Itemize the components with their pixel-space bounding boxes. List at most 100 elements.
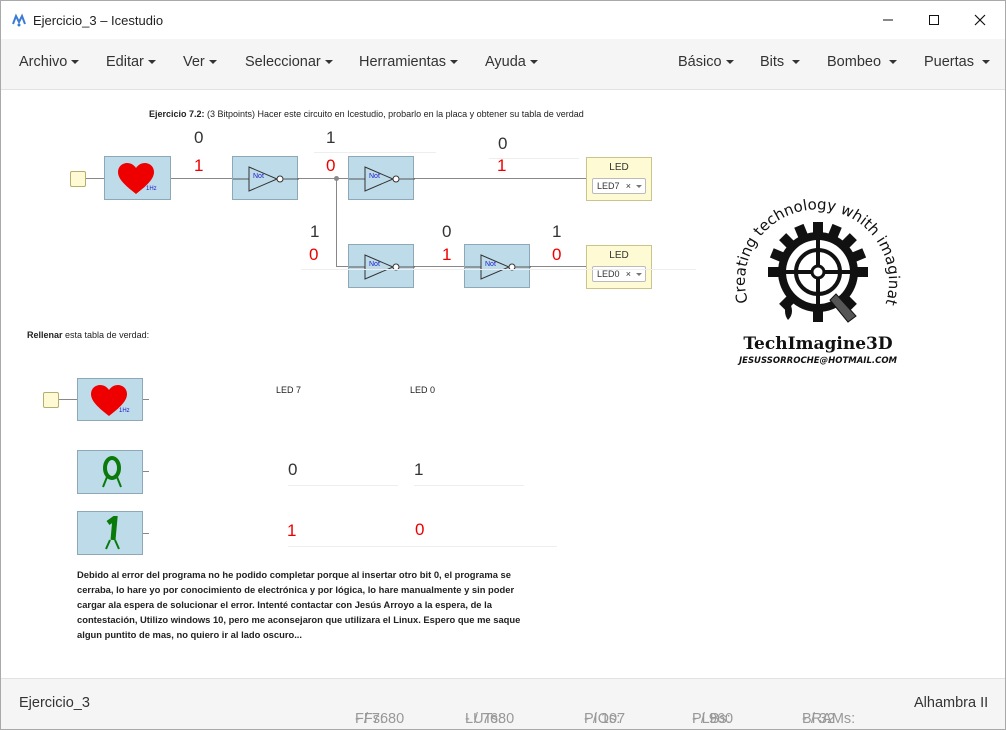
led0-output[interactable]: LED LED0 ×	[586, 245, 652, 289]
not-gate-icon	[233, 166, 299, 192]
not-gate-2[interactable]: Not	[348, 156, 415, 200]
separator	[489, 158, 579, 159]
wire	[143, 533, 149, 534]
wire	[171, 178, 232, 179]
constant-1-block[interactable]	[77, 511, 143, 555]
board-selector[interactable]: Alhambra II	[914, 695, 988, 711]
wire	[414, 178, 586, 179]
techimagine3d-logo: Creating technology whith imagination	[726, 186, 903, 366]
chevron-down-icon	[792, 60, 801, 65]
table-cell-led7: 0	[288, 460, 298, 479]
exercise-label: Ejercicio 7.2:	[149, 109, 205, 119]
not-gate-label: Not	[253, 173, 264, 180]
ffs-value: - / 7680	[355, 711, 405, 727]
app-window: Ejercicio_3 – Icestudio Archivo Editar V…	[0, 0, 1006, 730]
wire-value-label: 0	[498, 134, 508, 153]
menu-basico[interactable]: Básico	[678, 54, 734, 70]
menu-puertas-label: Puertas	[924, 54, 974, 70]
maximize-icon	[929, 15, 939, 25]
window-title: Ejercicio_3 – Icestudio	[33, 13, 164, 28]
title-bar: Ejercicio_3 – Icestudio	[1, 1, 1005, 39]
wire	[143, 471, 149, 472]
wire-value-label: 1	[194, 156, 204, 175]
not-gate-4[interactable]: Not	[464, 244, 531, 288]
menu-bombeo-label: Bombeo	[827, 54, 882, 70]
menu-ayuda-label: Ayuda	[485, 54, 526, 70]
separator	[314, 152, 436, 153]
chevron-down-icon	[636, 273, 642, 276]
chevron-down-icon	[208, 60, 217, 65]
not-gate-3[interactable]: Not	[348, 244, 415, 288]
wire-value-label: 1	[497, 156, 507, 175]
menu-bombeo[interactable]: Bombeo	[827, 54, 898, 70]
constant-0-block[interactable]	[77, 450, 143, 494]
wire	[414, 266, 464, 267]
bit-zero-icon	[102, 456, 122, 488]
led7-select[interactable]: LED7 ×	[592, 178, 646, 194]
pios-value: - / 107	[584, 711, 626, 727]
menu-seleccionar-label: Seleccionar	[245, 54, 321, 70]
not-gate-label: Not	[369, 173, 380, 180]
clear-icon[interactable]: ×	[626, 179, 631, 193]
maximize-button[interactable]	[911, 1, 957, 39]
wire-value-label: 1	[310, 222, 320, 241]
wire-value-label: 0	[326, 156, 336, 175]
table-cell-led0: 0	[415, 520, 425, 539]
clock-freq-label: 1Hz	[119, 408, 130, 414]
fill-table-instruction: Rellenar esta tabla de verdad:	[27, 330, 149, 340]
led0-title: LED	[609, 250, 629, 261]
chevron-down-icon	[889, 60, 898, 65]
wire	[336, 266, 348, 267]
plbs-value: - / 960	[692, 711, 734, 727]
wire-junction	[334, 176, 339, 181]
input-pin[interactable]	[43, 392, 59, 408]
luts-value: - / 7680	[465, 711, 515, 727]
design-canvas[interactable]: Ejercicio 7.2: (3 Bitpoints) Hacer este …	[1, 90, 1005, 677]
chevron-down-icon	[529, 60, 538, 65]
bit-one-icon	[105, 516, 120, 550]
separator	[288, 485, 398, 486]
chevron-down-icon	[725, 60, 734, 65]
menu-archivo-label: Archivo	[19, 54, 68, 70]
separator	[288, 546, 428, 547]
separator	[414, 546, 557, 547]
wire	[143, 399, 149, 400]
close-button[interactable]	[957, 1, 1003, 39]
menu-puertas[interactable]: Puertas	[924, 54, 990, 70]
separator	[301, 269, 696, 270]
wire-value-label: 1	[552, 222, 562, 241]
chevron-down-icon	[147, 60, 156, 65]
fill-text: esta tabla de verdad:	[62, 330, 150, 340]
gear-icon	[768, 222, 868, 323]
led7-output[interactable]: LED LED7 ×	[586, 157, 652, 201]
minimize-icon	[883, 19, 893, 21]
wire-value-label: 0	[442, 222, 452, 241]
not-gate-1[interactable]: Not	[232, 156, 299, 200]
not-gate-label: Not	[485, 261, 496, 268]
separator	[414, 485, 524, 486]
menu-editar[interactable]: Editar	[106, 54, 156, 70]
menu-ver[interactable]: Ver	[183, 54, 217, 70]
menu-bar: Archivo Editar Ver Seleccionar Herramien…	[1, 39, 1005, 90]
chevron-down-icon	[324, 60, 333, 65]
close-icon	[974, 14, 986, 26]
menu-editar-label: Editar	[106, 54, 144, 70]
fill-label: Rellenar	[27, 330, 63, 340]
menu-ayuda[interactable]: Ayuda	[485, 54, 538, 70]
menu-seleccionar[interactable]: Seleccionar	[245, 54, 333, 70]
minimize-button[interactable]	[865, 1, 911, 39]
menu-bits[interactable]: Bits	[760, 54, 801, 70]
led7-select-value: LED7	[597, 181, 620, 191]
exercise-text: (3 Bitpoints) Hacer este circuito en Ice…	[204, 109, 584, 119]
clock-block[interactable]: 1Hz	[77, 378, 143, 421]
menu-archivo[interactable]: Archivo	[19, 54, 80, 70]
clock-block[interactable]: 1Hz	[104, 156, 171, 200]
chevron-down-icon	[71, 60, 80, 65]
input-pin[interactable]	[70, 171, 86, 187]
wire	[298, 178, 348, 179]
menu-herramientas[interactable]: Herramientas	[359, 54, 459, 70]
table-header-led0: LED 0	[410, 385, 436, 395]
table-cell-led7: 1	[287, 521, 297, 540]
status-bar: Ejercicio_3 FFs: - / 7680 LUTs: - / 7680…	[1, 678, 1005, 729]
wire-value-label: 1	[326, 128, 336, 147]
